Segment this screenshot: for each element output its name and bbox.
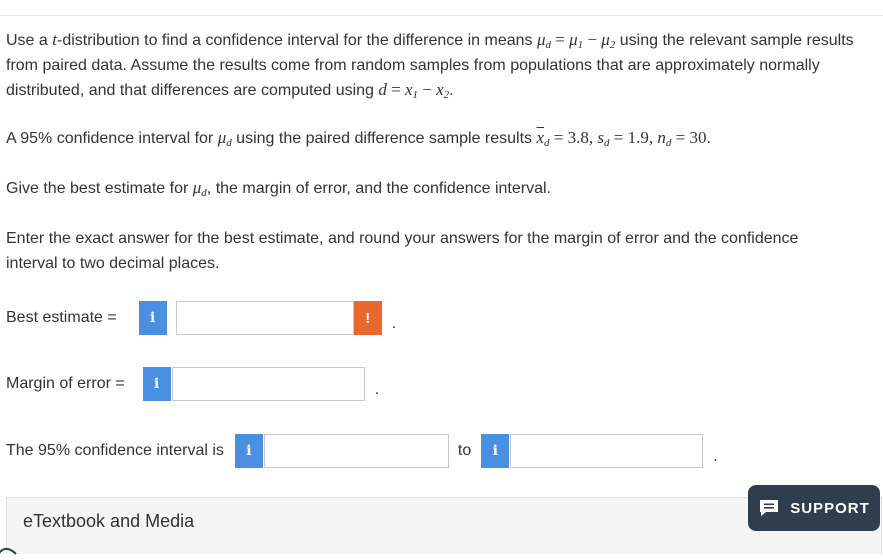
- support-button[interactable]: SUPPORT: [748, 485, 880, 531]
- chat-bubble-icon: [760, 500, 779, 516]
- warning-icon[interactable]: !: [353, 301, 382, 335]
- question-intro: Use a t-distribution to find a confidenc…: [6, 30, 854, 101]
- top-divider: [0, 15, 883, 16]
- best-estimate-label: Best estimate =: [6, 309, 117, 326]
- mu-d-symbol: μd: [536, 30, 552, 51]
- corner-arc-decoration: [0, 547, 17, 555]
- best-estimate-input[interactable]: [175, 301, 354, 335]
- confidence-interval-label: The 95% confidence interval is: [6, 442, 224, 459]
- interval-lower-input[interactable]: [263, 434, 449, 468]
- confidence-interval-row: The 95% confidence interval is i to i .: [6, 433, 718, 469]
- info-icon[interactable]: i: [234, 434, 263, 468]
- info-icon[interactable]: i: [481, 434, 510, 468]
- give-instruction: Give the best estimate for μd, the margi…: [6, 178, 551, 199]
- margin-of-error-label: Margin of error =: [6, 375, 125, 392]
- period: .: [391, 315, 397, 332]
- enter-instruction: Enter the exact answer for the best esti…: [6, 230, 799, 272]
- to-label: to: [457, 442, 472, 459]
- support-label: SUPPORT: [790, 499, 870, 517]
- ci-sentence: A 95% confidence interval for μd using t…: [6, 128, 711, 149]
- period: .: [374, 381, 380, 398]
- etextbook-label: eTextbook and Media: [23, 511, 195, 531]
- period: .: [713, 448, 718, 465]
- interval-upper-input[interactable]: [510, 434, 704, 468]
- info-icon[interactable]: i: [142, 367, 171, 401]
- info-icon[interactable]: i: [138, 301, 167, 335]
- best-estimate-row: Best estimate = i ! .: [6, 300, 396, 336]
- margin-of-error-row: Margin of error = i .: [6, 366, 379, 402]
- margin-of-error-input[interactable]: [171, 367, 365, 401]
